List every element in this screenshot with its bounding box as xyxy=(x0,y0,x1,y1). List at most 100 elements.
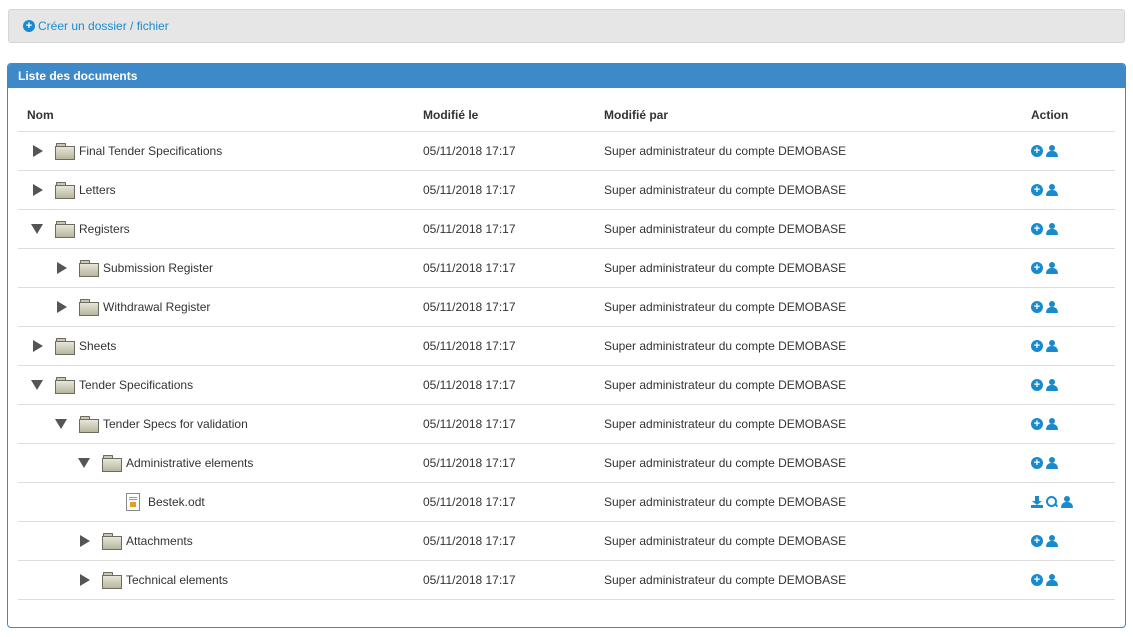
plus-icon[interactable]: + xyxy=(1031,379,1043,391)
folder-icon xyxy=(55,182,75,199)
folder-name[interactable]: Tender Specs for validation xyxy=(103,417,248,431)
modified-on-cell: 05/11/2018 17:17 xyxy=(423,248,604,288)
action-icons: + xyxy=(1031,457,1115,469)
modified-on-cell: 05/11/2018 17:17 xyxy=(423,521,604,561)
user-icon[interactable] xyxy=(1046,145,1058,157)
expand-arrow-icon[interactable] xyxy=(33,340,43,352)
folder-name[interactable]: Final Tender Specifications xyxy=(79,144,222,158)
action-cell: + xyxy=(1031,248,1115,288)
user-icon[interactable] xyxy=(1046,379,1058,391)
folder-icon xyxy=(102,533,122,550)
download-icon[interactable] xyxy=(1031,496,1043,508)
table-row[interactable]: Registers 05/11/2018 17:17 Super administr… xyxy=(18,209,1115,249)
name-cell: Letters xyxy=(18,170,423,210)
user-icon[interactable] xyxy=(1046,223,1058,235)
plus-icon[interactable]: + xyxy=(1031,184,1043,196)
folder-icon xyxy=(55,221,75,238)
table-row[interactable]: Tender Specifications 05/11/2018 17:17 Sup… xyxy=(18,365,1115,405)
folder-name[interactable]: Submission Register xyxy=(103,261,213,275)
user-icon[interactable] xyxy=(1046,457,1058,469)
folder-name[interactable]: Sheets xyxy=(79,339,116,353)
name-cell: Technical elements xyxy=(18,560,423,600)
file-name[interactable]: Bestek.odt xyxy=(148,495,205,509)
expand-arrow-icon[interactable] xyxy=(57,301,67,313)
plus-icon[interactable]: + xyxy=(1031,457,1043,469)
modified-by-cell: Super administrateur du compte DEMOBASE xyxy=(604,287,1031,327)
action-cell: + xyxy=(1031,404,1115,444)
table-row[interactable]: Tender Specs for validation 05/11/2018 17… xyxy=(18,404,1115,444)
expand-arrow-icon[interactable] xyxy=(80,535,90,547)
folder-name[interactable]: Administrative elements xyxy=(126,456,253,470)
collapse-arrow-icon[interactable] xyxy=(55,419,67,429)
folder-name[interactable]: Withdrawal Register xyxy=(103,300,210,314)
user-icon[interactable] xyxy=(1046,574,1058,586)
name-wrapper: Registers xyxy=(18,221,423,238)
modified-on-cell: 05/11/2018 17:17 xyxy=(423,560,604,600)
expand-arrow-icon[interactable] xyxy=(57,262,67,274)
user-icon[interactable] xyxy=(1046,301,1058,313)
header-name[interactable]: Nom xyxy=(18,98,423,132)
user-icon[interactable] xyxy=(1046,340,1058,352)
plus-icon[interactable]: + xyxy=(1031,145,1043,157)
expand-arrow-icon[interactable] xyxy=(33,184,43,196)
modified-by-cell: Super administrateur du compte DEMOBASE xyxy=(604,209,1031,249)
modified-by-cell: Super administrateur du compte DEMOBASE xyxy=(604,560,1031,600)
name-wrapper: Tender Specifications xyxy=(18,377,423,394)
folder-name[interactable]: Registers xyxy=(79,222,130,236)
modified-by-cell: Super administrateur du compte DEMOBASE xyxy=(604,443,1031,483)
plus-icon[interactable]: + xyxy=(1031,262,1043,274)
create-folder-file-link[interactable]: + Créer un dossier / fichier xyxy=(23,19,169,33)
collapse-arrow-icon[interactable] xyxy=(78,458,90,468)
user-icon[interactable] xyxy=(1046,535,1058,547)
documents-panel: Liste des documents Nom Modifié le Modif… xyxy=(7,63,1126,628)
folder-icon xyxy=(102,572,122,589)
action-cell: + xyxy=(1031,287,1115,327)
modified-by-cell: Super administrateur du compte DEMOBASE xyxy=(604,404,1031,444)
folder-icon xyxy=(79,416,99,433)
table-row[interactable]: Technical elements 05/11/2018 17:17 Super … xyxy=(18,560,1115,600)
action-icons: + xyxy=(1031,301,1115,313)
header-action: Action xyxy=(1031,98,1115,132)
plus-icon[interactable]: + xyxy=(1031,535,1043,547)
plus-icon[interactable]: + xyxy=(1031,223,1043,235)
modified-by-cell: Super administrateur du compte DEMOBASE xyxy=(604,521,1031,561)
table-row[interactable]: Submission Register 05/11/2018 17:17 Super… xyxy=(18,248,1115,288)
user-icon[interactable] xyxy=(1046,262,1058,274)
folder-name[interactable]: Tender Specifications xyxy=(79,378,193,392)
user-icon[interactable] xyxy=(1046,418,1058,430)
user-icon[interactable] xyxy=(1046,184,1058,196)
name-wrapper: Withdrawal Register xyxy=(18,299,423,316)
header-modified-by[interactable]: Modifié par xyxy=(604,98,1031,132)
modified-on-cell: 05/11/2018 17:17 xyxy=(423,404,604,444)
table-row[interactable]: Letters 05/11/2018 17:17 Super administrat… xyxy=(18,170,1115,210)
create-folder-file-label: Créer un dossier / fichier xyxy=(38,19,169,33)
folder-icon xyxy=(55,338,75,355)
action-icons: + xyxy=(1031,535,1115,547)
modified-by-cell: Super administrateur du compte DEMOBASE xyxy=(604,248,1031,288)
modified-on-cell: 05/11/2018 17:17 xyxy=(423,365,604,405)
action-cell: + xyxy=(1031,170,1115,210)
header-modified-on[interactable]: Modifié le xyxy=(423,98,604,132)
table-row[interactable]: Withdrawal Register 05/11/2018 17:17 Super… xyxy=(18,287,1115,327)
table-row[interactable]: Final Tender Specifications 05/11/2018 17… xyxy=(18,131,1115,171)
user-icon[interactable] xyxy=(1061,496,1073,508)
folder-name[interactable]: Attachments xyxy=(126,534,193,548)
collapse-arrow-icon[interactable] xyxy=(31,380,43,390)
folder-name[interactable]: Letters xyxy=(79,183,116,197)
folder-icon xyxy=(79,260,99,277)
plus-icon[interactable]: + xyxy=(1031,340,1043,352)
folder-name[interactable]: Technical elements xyxy=(126,573,228,587)
plus-icon[interactable]: + xyxy=(1031,301,1043,313)
collapse-arrow-icon[interactable] xyxy=(31,224,43,234)
table-row[interactable]: Sheets 05/11/2018 17:17 Super administrate… xyxy=(18,326,1115,366)
table-row[interactable]: Bestek.odt 05/11/2018 17:17 Super administ… xyxy=(18,482,1115,522)
table-row[interactable]: Administrative elements 05/11/2018 17:17 S… xyxy=(18,443,1115,483)
zoom-icon[interactable] xyxy=(1046,496,1059,508)
expand-arrow-icon[interactable] xyxy=(33,145,43,157)
action-icons: + xyxy=(1031,379,1115,391)
plus-icon[interactable]: + xyxy=(1031,574,1043,586)
plus-icon[interactable]: + xyxy=(1031,418,1043,430)
expand-arrow-icon[interactable] xyxy=(80,574,90,586)
table-row[interactable]: Attachments 05/11/2018 17:17 Super adminis… xyxy=(18,521,1115,561)
name-wrapper: Submission Register xyxy=(18,260,423,277)
